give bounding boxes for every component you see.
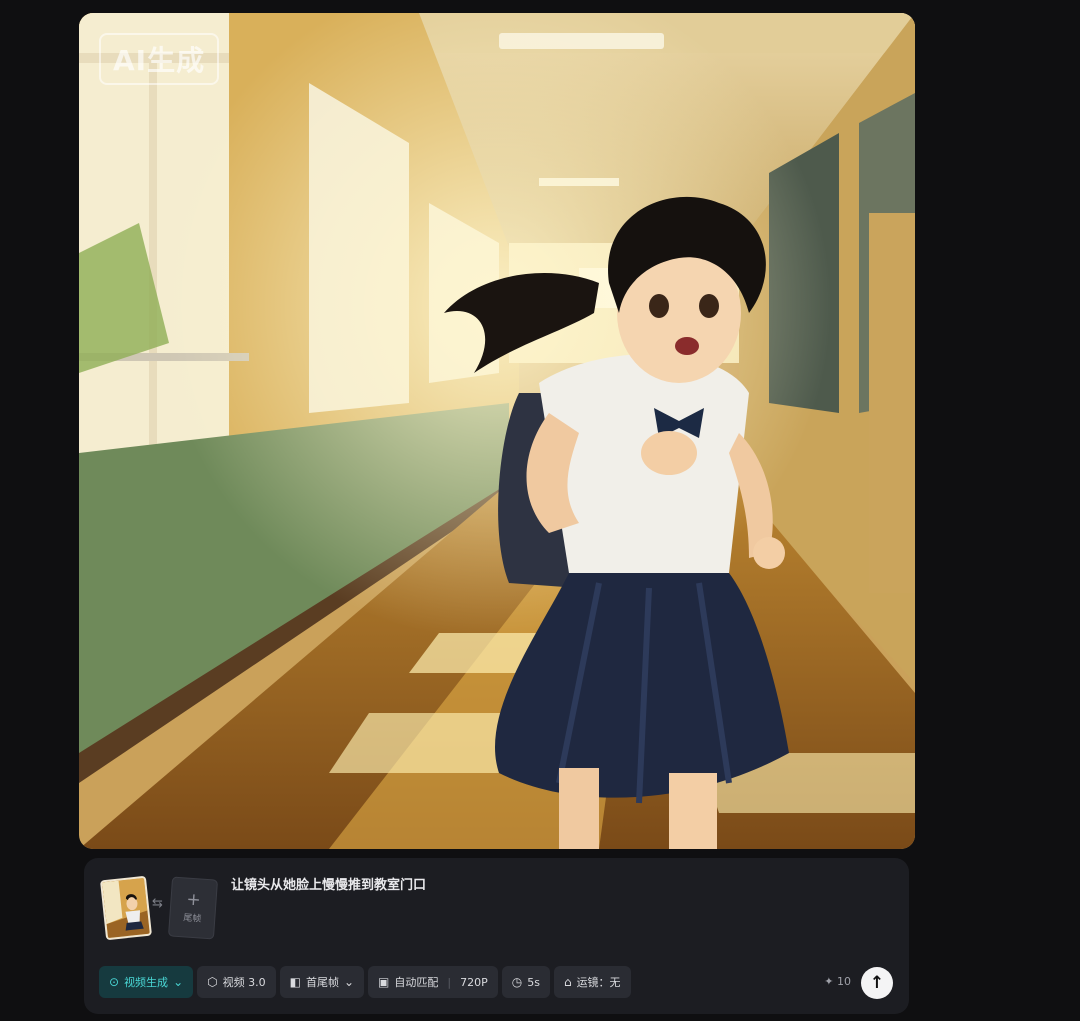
anime-hallway-illustration — [79, 13, 915, 849]
frame-icon: ◧ — [289, 975, 301, 989]
send-button[interactable]: ↑ — [861, 967, 893, 999]
video-generate-icon: ⊙ — [109, 975, 120, 989]
page: AI生成 ⇆ + 尾帧 让镜头从她脸上慢慢推到教室门口 ⊙ 视频生成 ⌄ ⬡ 视… — [0, 0, 1080, 1021]
mode-selector[interactable]: ⊙ 视频生成 ⌄ — [99, 966, 194, 998]
generation-toolbar: ⊙ 视频生成 ⌄ ⬡ 视频 3.0 ◧ 首尾帧 ⌄ ▣ 自动匹配 | 720P … — [99, 966, 631, 1000]
clock-icon: ◷ — [511, 975, 523, 989]
camera-icon: ⌂ — [563, 975, 572, 989]
mode-label: 视频生成 — [124, 976, 169, 989]
camera-label: 运镜：无 — [576, 976, 621, 989]
arrow-up-icon: ↑ — [869, 973, 885, 993]
last-frame-label: 尾帧 — [182, 913, 202, 925]
sparkle-icon: ✦ — [824, 975, 834, 988]
thumbnail-image — [102, 877, 150, 939]
model-selector[interactable]: ⬡ 视频 3.0 — [197, 966, 276, 998]
plus-icon: + — [185, 889, 202, 911]
credits-cost: ✦ 10 — [824, 975, 851, 988]
first-frame-thumbnail[interactable] — [99, 875, 153, 941]
duration-label: 5s — [527, 975, 540, 989]
duration-selector[interactable]: ◷ 5s — [501, 966, 550, 998]
model-label: 视频 3.0 — [222, 976, 266, 989]
prompt-composer: ⇆ + 尾帧 让镜头从她脸上慢慢推到教室门口 ⊙ 视频生成 ⌄ ⬡ 视频 3.0… — [84, 858, 909, 1014]
camera-motion-selector[interactable]: ⌂ 运镜：无 — [553, 966, 631, 998]
divider: | — [447, 975, 452, 989]
ratio-label: 自动匹配 — [394, 976, 439, 989]
frames-selector[interactable]: ◧ 首尾帧 ⌄ — [279, 966, 365, 998]
last-frame-upload[interactable]: + 尾帧 — [167, 876, 219, 940]
ratio-resolution-selector[interactable]: ▣ 自动匹配 | 720P — [368, 966, 498, 998]
chevron-down-icon: ⌄ — [343, 975, 355, 989]
resolution-label: 720P — [460, 975, 488, 989]
swap-arrows-icon[interactable]: ⇆ — [152, 897, 163, 911]
prompt-input[interactable]: 让镜头从她脸上慢慢推到教室门口 — [231, 874, 426, 893]
ai-generated-badge: AI生成 — [99, 33, 220, 85]
generated-image[interactable]: AI生成 — [79, 13, 915, 849]
chevron-down-icon: ⌄ — [173, 975, 184, 989]
aspect-ratio-icon: ▣ — [378, 975, 390, 989]
credits-value: 10 — [837, 975, 851, 988]
cube-icon: ⬡ — [207, 975, 218, 989]
frames-label: 首尾帧 — [305, 976, 339, 989]
